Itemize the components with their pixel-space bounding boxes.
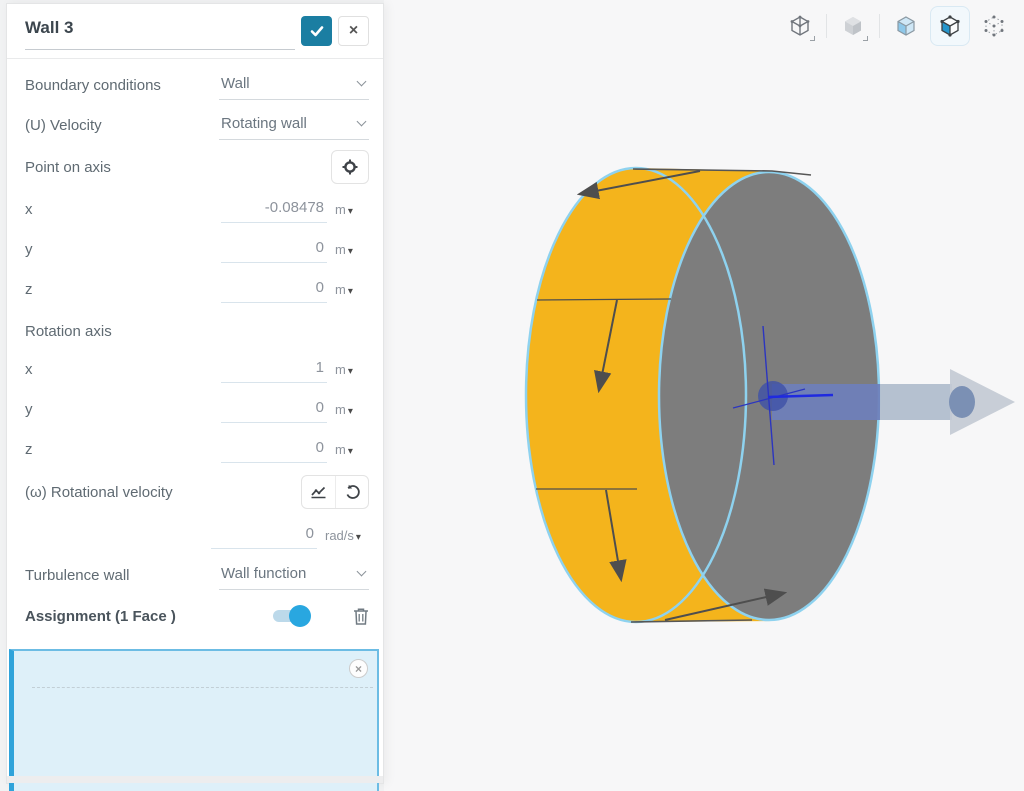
view-cube-shaded-button[interactable]	[886, 6, 926, 46]
chevron-down-icon	[357, 117, 367, 127]
axis-x-label: x	[25, 361, 221, 378]
rotational-velocity-tools	[301, 475, 369, 509]
view-cube-face-selected-button[interactable]	[930, 6, 970, 46]
point-z-label: z	[25, 281, 221, 298]
point-z-unit-select[interactable]: m	[327, 282, 369, 297]
velocity-select[interactable]: Rotating wall	[219, 111, 369, 140]
table-input-button[interactable]	[302, 476, 335, 508]
assignment-selection-box[interactable]: ×	[9, 649, 379, 791]
check-icon	[309, 23, 325, 39]
dropdown-corner-mark	[863, 36, 868, 41]
cube-shaded-icon	[894, 14, 918, 38]
cube-solid-icon	[841, 14, 865, 38]
panel-bottom-strip	[7, 776, 383, 783]
rotational-velocity-input[interactable]: 0	[211, 521, 317, 549]
axis-x-input[interactable]: 1	[221, 355, 327, 383]
confirm-button[interactable]	[301, 16, 332, 46]
cube-outline-icon	[788, 14, 812, 38]
turbulence-wall-label: Turbulence wall	[25, 567, 219, 584]
toggle-knob	[289, 605, 311, 627]
point-x-unit-select[interactable]: m	[327, 202, 369, 217]
cancel-button[interactable]: ×	[338, 16, 369, 46]
axis-z-label: z	[25, 441, 221, 458]
boundary-conditions-label: Boundary conditions	[25, 77, 219, 94]
boundary-condition-panel: Wall 3 × Boundary conditions Wall (U) Ve…	[6, 3, 384, 784]
toolbar-separator	[826, 14, 827, 38]
point-on-axis-label: Point on axis	[25, 159, 331, 176]
pick-point-button[interactable]	[331, 150, 369, 184]
axis-z-input[interactable]: 0	[221, 435, 327, 463]
velocity-label: (U) Velocity	[25, 117, 219, 134]
point-y-input[interactable]: 0	[221, 235, 327, 263]
axis-z-unit-select[interactable]: m	[327, 442, 369, 457]
delete-assignment-button[interactable]	[353, 607, 369, 626]
point-y-unit-select[interactable]: m	[327, 242, 369, 257]
view-mode-toolbar	[780, 6, 1014, 46]
axis-y-input[interactable]: 0	[221, 395, 327, 423]
point-x-label: x	[25, 201, 221, 218]
assignment-toggle[interactable]	[273, 610, 309, 622]
turbulence-wall-select[interactable]: Wall function	[219, 561, 369, 590]
3d-viewport[interactable]	[384, 0, 1024, 791]
axis-x-unit-select[interactable]: m	[327, 362, 369, 377]
target-icon	[341, 158, 359, 176]
simulation-app: Wall 3 × Boundary conditions Wall (U) Ve…	[0, 0, 1024, 791]
velocity-value: Rotating wall	[221, 115, 358, 132]
turbulence-wall-value: Wall function	[221, 565, 358, 582]
axis-y-label: y	[25, 401, 221, 418]
deselect-face-button[interactable]: ×	[349, 659, 368, 678]
point-y-label: y	[25, 241, 221, 258]
view-cube-outline-button[interactable]	[780, 6, 820, 46]
dropdown-corner-mark	[810, 36, 815, 41]
reset-button[interactable]	[335, 476, 368, 508]
point-z-input[interactable]: 0	[221, 275, 327, 303]
selection-box-divider	[32, 687, 373, 688]
rotation-axis-label: Rotation axis	[25, 323, 369, 340]
axis-y-unit-select[interactable]: m	[327, 402, 369, 417]
view-cube-solid-button[interactable]	[833, 6, 873, 46]
toolbar-separator	[879, 14, 880, 38]
name-input[interactable]: Wall 3	[25, 12, 295, 50]
boundary-conditions-value: Wall	[221, 75, 358, 92]
divider	[7, 58, 383, 59]
cube-vertices-icon	[982, 14, 1006, 38]
undo-icon	[344, 484, 361, 501]
assignment-label: Assignment (1 Face )	[25, 608, 273, 625]
rotational-velocity-unit-select[interactable]: rad/s	[317, 528, 369, 543]
cube-face-selected-icon	[938, 14, 962, 38]
trash-icon	[353, 607, 369, 626]
rotational-velocity-label: (ω) Rotational velocity	[25, 484, 301, 501]
chevron-down-icon	[357, 77, 367, 87]
cylinder-scene	[384, 0, 1024, 791]
chevron-down-icon	[357, 567, 367, 577]
chart-line-icon	[310, 484, 327, 501]
view-cube-vertices-button[interactable]	[974, 6, 1014, 46]
point-x-input[interactable]: -0.08478	[221, 195, 327, 223]
boundary-conditions-select[interactable]: Wall	[219, 71, 369, 100]
